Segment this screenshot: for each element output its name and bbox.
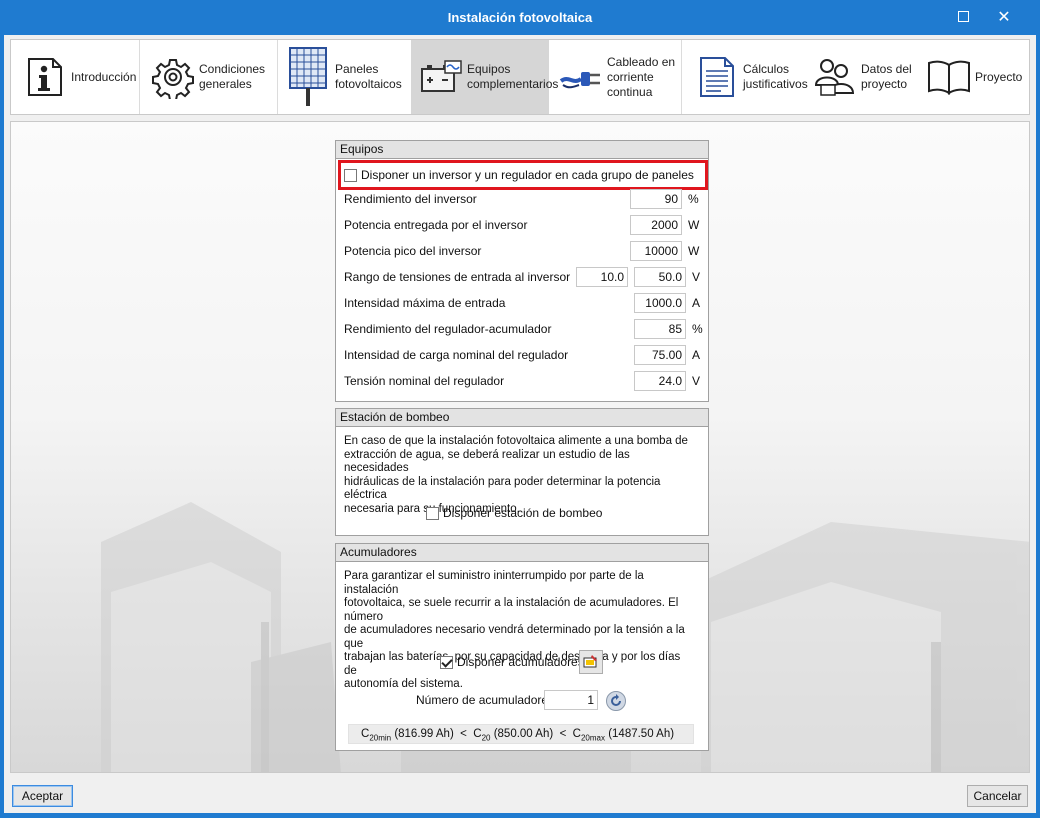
rendimiento-inversor-label: Rendimiento del inversor [344,192,477,206]
maximize-icon [957,10,969,22]
edit-icon [583,655,597,668]
checkbox-label: Disponer estación de bombeo [443,506,603,520]
dialog-client: Introducción Condiciones generales Panel… [4,35,1036,813]
unit-label: A [692,296,701,310]
numero-acumuladores-label: Número de acumuladores [416,693,555,707]
tab-label: Datos del proyecto [861,62,912,91]
unit-label: V [692,374,701,388]
tension-nominal-input[interactable]: 24.0 [634,371,686,391]
maximize-button[interactable] [948,6,978,30]
tab-introduccion[interactable]: Introducción [23,40,139,114]
tab-label: Paneles fotovoltaicos [335,62,402,91]
potencia-entregada-input[interactable]: 2000 [630,215,682,235]
capacity-summary: C20min (816.99 Ah) < C20 (850.00 Ah) < C… [348,724,694,744]
checkbox-label: Disponer acumuladores [457,655,584,669]
equipos-header: Equipos [336,141,708,159]
unit-label: V [692,270,701,284]
tension-nominal-label: Tensión nominal del regulador [344,374,505,388]
rendimiento-regulador-label: Rendimiento del regulador-acumulador [344,322,552,336]
inverter-per-group-checkbox[interactable]: Disponer un inversor y un regulador en c… [344,165,694,185]
potencia-pico-label: Potencia pico del inversor [344,244,482,258]
open-book-icon [928,60,970,95]
checkbox-box[interactable] [426,507,439,521]
unit-label: W [688,244,700,258]
potencia-entregada-label: Potencia entregada por el inversor [344,218,528,232]
intensidad-carga-input[interactable]: 75.00 [634,345,686,365]
users-icon [814,59,855,96]
unit-label: A [692,348,701,362]
intensidad-carga-label: Intensidad de carga nominal del regulado… [344,348,569,362]
unit-label: % [688,192,699,206]
cancel-button[interactable]: Cancelar [967,785,1028,807]
rango-tensiones-max-input[interactable]: 50.0 [634,267,686,287]
intensidad-maxima-label: Intensidad máxima de entrada [344,296,506,310]
tab-label: Introducción [71,69,137,84]
tab-label: Cálculos justificativos [743,62,808,91]
tab-label: Cableado en corriente continua [607,54,676,99]
info-icon [28,58,62,96]
window-title: Instalación fotovoltaica [447,10,593,25]
tab-separator [277,40,278,114]
tab-separator [139,40,140,114]
dialog-window: Instalación fotovoltaica ✕ Introducción [0,0,1040,818]
checkbox-box[interactable] [344,169,357,183]
bombeo-header: Estación de bombeo [336,409,708,427]
tab-separator [681,40,682,114]
disponer-acumuladores-checkbox[interactable]: Disponer acumuladores [440,652,584,672]
acumuladores-header: Acumuladores [336,544,708,562]
unit-label: W [688,218,700,232]
tab-proyecto[interactable]: Proyecto [927,40,1027,114]
tab-label: Proyecto [975,69,1023,84]
refresh-icon [611,694,621,706]
rendimiento-regulador-input[interactable]: 85 [634,319,686,339]
tab-paneles-fotovoltaicos[interactable]: Paneles fotovoltaicos [287,40,407,114]
close-icon: ✕ [997,9,1011,26]
acumuladores-description: Para garantizar el suministro ininterrum… [344,570,685,690]
estacion-bombeo-checkbox[interactable]: Disponer estación de bombeo [426,503,602,523]
tab-cableado-corriente-continua[interactable]: Cableado en corriente continua [559,40,679,114]
refresh-button[interactable] [606,691,626,711]
close-button[interactable]: ✕ [989,6,1019,30]
tab-label: Equipos complementarios [467,62,559,91]
intensidad-maxima-input[interactable]: 1000.0 [634,293,686,313]
tab-calculos-justificativos[interactable]: Cálculos justificativos [695,40,808,114]
rango-tensiones-label: Rango de tensiones de entrada al inverso… [344,270,571,284]
solar-panel-icon [289,47,327,106]
tab-label: Condiciones generales [199,62,266,91]
checkbox-label: Disponer un inversor y un regulador en c… [361,168,694,182]
edit-acumuladores-button[interactable] [579,650,603,674]
equipos-panel: Equipos Disponer un inversor y un regula… [335,140,709,402]
content-area: Equipos Disponer un inversor y un regula… [10,121,1030,773]
title-bar: Instalación fotovoltaica ✕ [0,0,1040,36]
section-toolbar: Introducción Condiciones generales Panel… [10,39,1030,115]
cable-icon [559,72,600,89]
numero-acumuladores-input[interactable]: 1 [544,690,598,710]
document-icon [700,57,734,97]
tab-equipos-complementarios[interactable]: Equipos complementarios [411,40,558,114]
rango-tensiones-min-input[interactable]: 10.0 [576,267,628,287]
battery-regulator-icon [421,60,462,92]
checkbox-box[interactable] [440,656,453,670]
tab-datos-del-proyecto[interactable]: Datos del proyecto [813,40,919,114]
potencia-pico-input[interactable]: 10000 [630,241,682,261]
gear-icon [152,59,194,99]
rendimiento-inversor-input[interactable]: 90 [630,189,682,209]
bombeo-panel: Estación de bombeo En caso de que la ins… [335,408,709,536]
accept-button[interactable]: Aceptar [12,785,73,807]
tab-condiciones-generales[interactable]: Condiciones generales [151,40,277,114]
acumuladores-panel: Acumuladores Para garantizar el suminist… [335,543,709,751]
unit-label: % [692,322,703,336]
